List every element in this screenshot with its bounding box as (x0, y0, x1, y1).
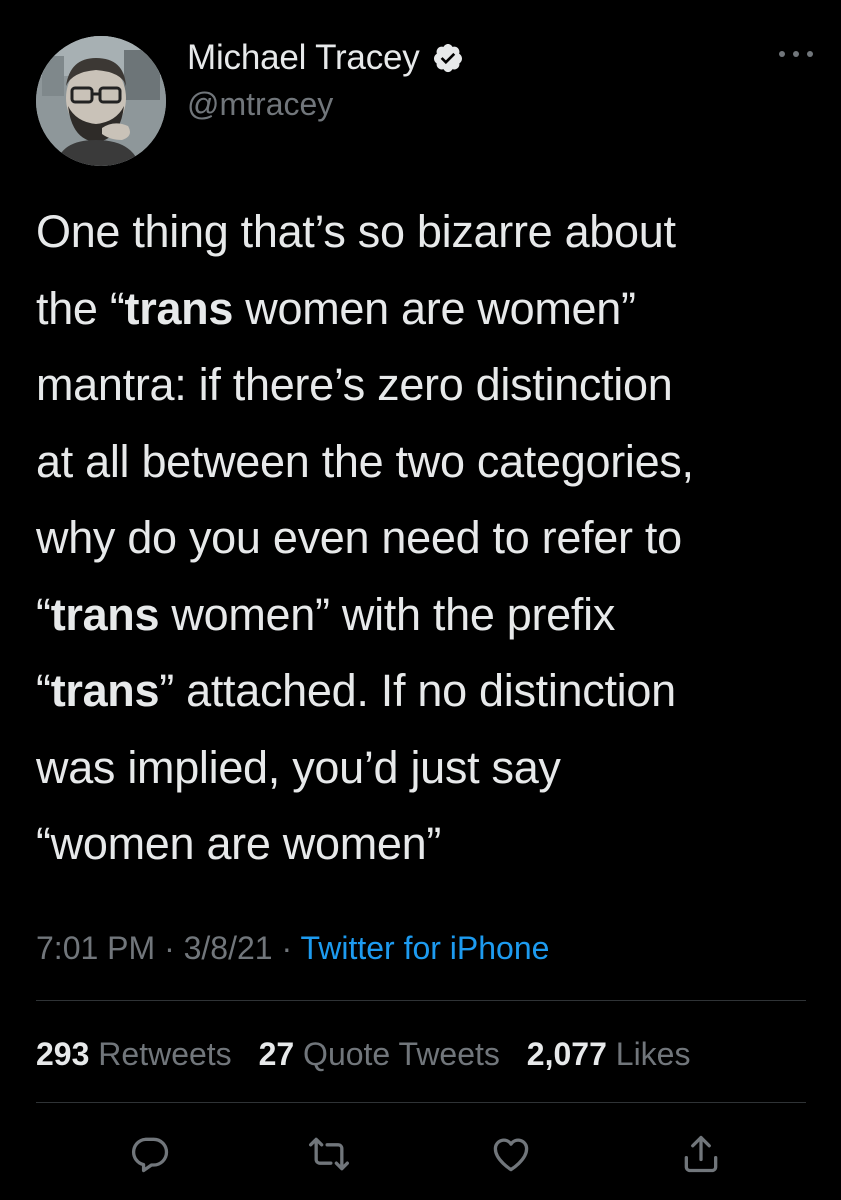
tweet-text-segment: why do you even need to refer to (36, 512, 682, 563)
tweet-text-line: at all between the two categories, (36, 424, 816, 501)
tweet-detail: Michael Tracey @mtracey One thing that’s… (0, 0, 841, 1200)
author-handle[interactable]: @mtracey (187, 84, 464, 124)
tweet-text-line: “trans” attached. If no distinction (36, 653, 816, 730)
tweet-text-segment: mantra: if there’s zero distinction (36, 359, 673, 410)
meta-separator: · (164, 930, 175, 966)
tweet-text-segment: was implied, you’d just say (36, 741, 561, 793)
meta-separator: · (281, 930, 293, 966)
tweet-text-bold: trans (124, 282, 234, 334)
tweet-text-line: One thing that’s so bizarre about (36, 194, 816, 271)
tweet-text-segment: One thing that’s so bizarre about (36, 206, 676, 257)
quotes-label: Quote Tweets (303, 1036, 500, 1072)
tweet-text-segment: ” attached. If no distinction (159, 665, 676, 716)
retweets-label: Retweets (98, 1036, 232, 1072)
tweet-text-bold: trans (50, 588, 160, 640)
heart-icon[interactable] (489, 1132, 533, 1176)
tweet-time[interactable]: 7:01 PM (36, 930, 155, 966)
tweet-text-segment: the “ (36, 282, 125, 334)
quote-tweets-stat[interactable]: 27 Quote Tweets (259, 1036, 500, 1072)
tweet-date[interactable]: 3/8/21 (184, 930, 273, 966)
more-icon[interactable] (776, 48, 816, 60)
verified-badge-icon (434, 44, 463, 73)
tweet-header: Michael Tracey @mtracey (36, 36, 816, 166)
tweet-text-segment: “ (36, 588, 51, 640)
reply-icon[interactable] (128, 1132, 172, 1176)
tweet-text-segment: at all between the two categories, (36, 435, 694, 487)
tweet-text-segment: women” with the prefix (159, 588, 616, 640)
tweet-text: One thing that’s so bizarre about the “tr… (36, 194, 816, 883)
likes-stat[interactable]: 2,077 Likes (527, 1036, 691, 1072)
divider (36, 1102, 806, 1103)
tweet-source[interactable]: Twitter for iPhone (300, 930, 549, 966)
tweet-text-segment: “ (36, 665, 51, 716)
tweet-stats: 293 Retweets 27 Quote Tweets 2,077 Likes (36, 1030, 708, 1078)
retweets-stat[interactable]: 293 Retweets (36, 1036, 232, 1072)
tweet-text-line: mantra: if there’s zero distinction (36, 347, 816, 424)
tweet-text-line: the “trans women are women” (36, 271, 816, 348)
tweet-text-line: why do you even need to refer to (36, 500, 816, 577)
tweet-text-line: was implied, you’d just say (36, 730, 816, 807)
display-name[interactable]: Michael Tracey (187, 36, 420, 80)
tweet-meta: 7:01 PM · 3/8/21 · Twitter for iPhone (36, 924, 549, 972)
divider (36, 1000, 806, 1001)
likes-label: Likes (615, 1036, 691, 1072)
tweet-text-segment: women are women” (233, 282, 636, 334)
tweet-text-line: “trans women” with the prefix (36, 577, 816, 654)
tweet-text-bold: trans (50, 665, 160, 716)
tweet-text-line: “women are women” (36, 806, 816, 883)
retweets-count: 293 (36, 1036, 90, 1072)
retweet-icon[interactable] (307, 1132, 351, 1176)
share-icon[interactable] (679, 1132, 723, 1176)
tweet-text-segment: “women are women” (36, 818, 442, 869)
avatar[interactable] (36, 36, 166, 166)
quotes-count: 27 (258, 1036, 295, 1072)
avatar-image (36, 36, 166, 166)
action-bar (0, 1132, 841, 1182)
author-info[interactable]: Michael Tracey @mtracey (187, 36, 464, 124)
likes-count: 2,077 (526, 1036, 607, 1072)
